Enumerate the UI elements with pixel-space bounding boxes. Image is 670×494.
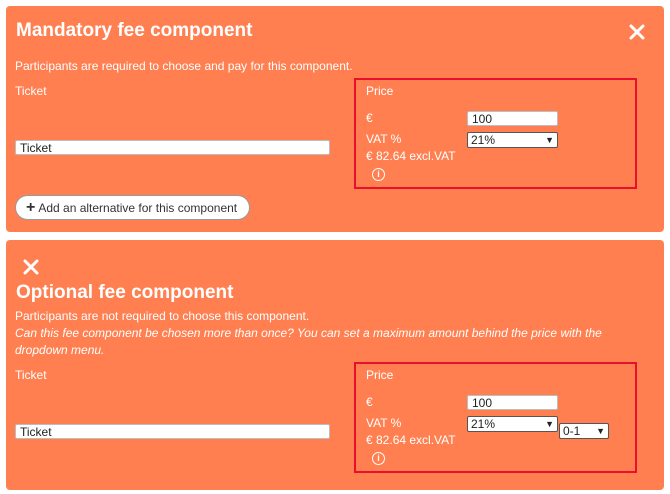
currency-label: € xyxy=(366,111,373,125)
optional-description: Participants are not required to choose … xyxy=(15,309,310,323)
vat-label: VAT % xyxy=(366,132,402,146)
vat-select-value: 21% xyxy=(471,133,496,147)
vat-label: VAT % xyxy=(366,416,402,430)
vat-select[interactable]: 21% ▼ xyxy=(467,416,558,432)
max-amount-select[interactable]: 0-1 ▼ xyxy=(559,423,609,439)
chevron-down-icon: ▼ xyxy=(545,135,554,145)
vat-select[interactable]: 21% ▼ xyxy=(467,132,558,148)
close-icon[interactable] xyxy=(628,23,646,41)
currency-label: € xyxy=(366,395,373,409)
add-alternative-label: Add an alternative for this component xyxy=(38,200,238,215)
optional-title: Optional fee component xyxy=(16,282,234,303)
info-icon[interactable]: i xyxy=(372,168,385,181)
mandatory-title: Mandatory fee component xyxy=(16,20,253,41)
ticket-name-input[interactable]: Ticket xyxy=(15,424,330,439)
info-icon[interactable]: i xyxy=(372,452,385,465)
close-icon[interactable] xyxy=(22,258,40,276)
optional-hint: Can this fee component be chosen more th… xyxy=(15,326,602,357)
mandatory-description: Participants are required to choose and … xyxy=(15,59,353,73)
ticket-name-input[interactable]: Ticket xyxy=(15,140,330,155)
mandatory-fee-panel: Mandatory fee component Participants are… xyxy=(6,6,664,232)
optional-fee-panel: Optional fee component Participants are … xyxy=(6,240,664,490)
price-input[interactable]: 100 xyxy=(467,395,558,410)
price-input[interactable]: 100 xyxy=(467,111,558,126)
plus-icon: + xyxy=(26,198,36,216)
ticket-label: Ticket xyxy=(15,368,47,382)
ticket-label: Ticket xyxy=(15,84,47,98)
add-alternative-button[interactable]: + Add an alternative for this component xyxy=(15,195,251,220)
excl-vat-text: € 82.64 excl.VAT xyxy=(366,433,456,447)
chevron-down-icon: ▼ xyxy=(545,419,554,429)
vat-select-value: 21% xyxy=(471,417,496,431)
price-label: Price xyxy=(366,84,394,98)
chevron-down-icon: ▼ xyxy=(596,426,605,436)
excl-vat-text: € 82.64 excl.VAT xyxy=(366,149,456,163)
max-amount-value: 0-1 xyxy=(563,424,581,438)
price-label: Price xyxy=(366,368,394,382)
